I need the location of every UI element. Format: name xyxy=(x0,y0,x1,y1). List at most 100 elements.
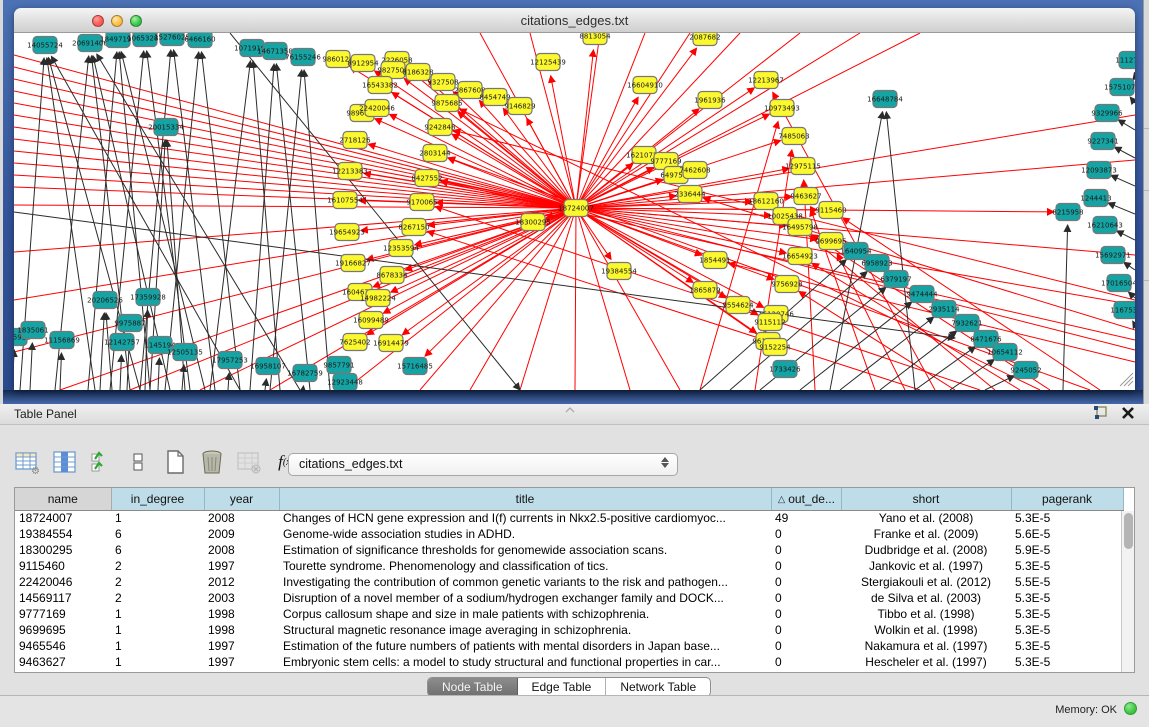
graph-node[interactable]: 9975887 xyxy=(114,315,145,332)
graph-node[interactable]: 9146829 xyxy=(504,98,535,115)
table-row[interactable]: 911546021997Tourette syndrome. Phenomeno… xyxy=(15,558,1123,574)
column-header-title[interactable]: title xyxy=(279,488,771,510)
network-window-titlebar[interactable]: citations_edges.txt xyxy=(14,8,1135,33)
graph-node[interactable]: 1167533 xyxy=(1110,302,1135,319)
delete-table-icon[interactable] xyxy=(199,449,225,475)
graph-node[interactable]: 17016504 xyxy=(1101,275,1135,292)
tab-network-table[interactable]: Network Table xyxy=(606,678,710,696)
table-row[interactable]: 946554611997Estimation of the future num… xyxy=(15,638,1123,654)
graph-node[interactable]: 16648784 xyxy=(867,91,903,108)
table-row[interactable]: 1938455462009Genome-wide association stu… xyxy=(15,526,1123,542)
graph-node[interactable]: 9170065 xyxy=(406,194,437,211)
graph-node[interactable]: 10973493 xyxy=(764,100,800,117)
graph-node[interactable]: 1865879 xyxy=(689,282,720,299)
graph-node[interactable]: 16099489 xyxy=(353,312,389,329)
graph-node[interactable]: 12125439 xyxy=(530,54,566,71)
graph-node[interactable]: 6958923 xyxy=(861,255,892,272)
panel-resize-grip-icon[interactable] xyxy=(564,400,576,406)
table-settings-icon[interactable]: ⚙ xyxy=(14,449,40,475)
graph-node[interactable]: 7932621 xyxy=(951,315,982,332)
table-vertical-scrollbar[interactable] xyxy=(1121,511,1134,672)
table-row[interactable]: 1872400712008Changes of HCN gene express… xyxy=(15,510,1123,526)
graph-node[interactable]: 2718126 xyxy=(339,132,371,149)
graph-node[interactable]: 8678334 xyxy=(376,267,408,284)
column-header-year[interactable]: year xyxy=(204,488,279,510)
graph-node[interactable]: 12923448 xyxy=(327,374,363,391)
float-window-icon[interactable] xyxy=(1093,405,1109,425)
table-row[interactable]: 946362711997Embryonic stem cells: a mode… xyxy=(15,654,1123,670)
graph-node[interactable]: 7462608 xyxy=(679,162,710,179)
column-header-out_de[interactable]: △out_de... xyxy=(771,488,841,510)
graph-node[interactable]: 8215958 xyxy=(1052,204,1083,221)
table-row[interactable]: 969969511998Structural magnetic resonanc… xyxy=(15,622,1123,638)
graph-node[interactable]: 9245052 xyxy=(1010,362,1041,379)
table-row[interactable]: 1456911722003Disruption of a novel membe… xyxy=(15,590,1123,606)
column-header-in_degree[interactable]: in_degree xyxy=(111,488,204,510)
graph-node[interactable]: 15751074 xyxy=(1104,79,1135,96)
show-columns-icon[interactable] xyxy=(51,449,77,475)
graph-node[interactable]: 11156869 xyxy=(44,332,80,349)
graph-node[interactable]: 7485063 xyxy=(778,128,809,145)
graph-node[interactable]: 9115112 xyxy=(754,314,785,331)
memory-ok-indicator-icon[interactable] xyxy=(1124,702,1137,715)
graph-node[interactable]: 1733426 xyxy=(769,361,801,378)
tab-node-table[interactable]: Node Table xyxy=(428,678,518,696)
graph-node[interactable]: 7625402 xyxy=(339,334,370,351)
table-row[interactable]: 977716911998Corpus callosum shape and si… xyxy=(15,606,1123,622)
graph-node[interactable]: 20015334 xyxy=(148,119,184,136)
graph-node[interactable]: 15716485 xyxy=(397,358,433,375)
graph-node[interactable]: 9242848 xyxy=(424,119,455,136)
network-canvas[interactable]: 1405572420691406184971911065328715276025… xyxy=(14,33,1135,390)
graph-node[interactable]: 19166827 xyxy=(335,255,371,272)
import-table-icon[interactable] xyxy=(236,449,262,475)
tab-edge-table[interactable]: Edge Table xyxy=(518,678,607,696)
graph-node[interactable]: 2087682 xyxy=(689,33,720,46)
graph-node[interactable]: 2803144 xyxy=(419,145,451,162)
graph-node[interactable]: 8813054 xyxy=(579,33,611,45)
graph-node[interactable]: 2336444 xyxy=(674,186,706,203)
graph-node[interactable]: 9115460 xyxy=(815,202,846,219)
rows-icon[interactable] xyxy=(125,449,151,475)
select-all-columns-icon[interactable] xyxy=(88,449,114,475)
graph-node[interactable]: 8267150 xyxy=(398,219,429,236)
table-selector-dropdown[interactable]: citations_edges.txt xyxy=(288,453,678,476)
graph-node[interactable]: 15692971 xyxy=(1095,247,1131,264)
graph-node[interactable]: 16958107 xyxy=(250,358,286,375)
table-row[interactable]: 2242004622012Investigating the contribut… xyxy=(15,574,1123,590)
graph-node[interactable]: 1854491 xyxy=(699,252,730,269)
column-header-name[interactable]: name xyxy=(15,488,111,510)
graph-node[interactable]: 9474444 xyxy=(906,286,938,303)
graph-node[interactable]: 16914479 xyxy=(373,335,409,352)
graph-node[interactable]: 1112753 xyxy=(1115,52,1135,69)
graph-node[interactable]: 9875685 xyxy=(431,95,462,112)
graph-node[interactable]: 16604910 xyxy=(627,77,663,94)
graph-node[interactable]: 6466160 xyxy=(184,33,215,48)
graph-node[interactable]: 14055724 xyxy=(27,37,63,54)
graph-node[interactable]: 1244413 xyxy=(1080,190,1111,207)
graph-node[interactable]: 17359928 xyxy=(130,289,166,306)
graph-node[interactable]: 19654923 xyxy=(329,224,365,241)
graph-node[interactable]: 2935114 xyxy=(928,301,960,318)
graph-node[interactable]: 9329966 xyxy=(1091,105,1123,122)
graph-node[interactable]: 9554624 xyxy=(722,297,754,314)
graph-node[interactable]: 8427552 xyxy=(411,170,442,187)
graph-node[interactable]: 9463627 xyxy=(790,188,821,205)
canvas-resize-grip-icon[interactable] xyxy=(1120,373,1133,386)
graph-node[interactable]: 12142757 xyxy=(104,334,140,351)
graph-node[interactable]: 6379197 xyxy=(880,271,911,288)
graph-node[interactable]: 9227341 xyxy=(1087,133,1118,150)
graph-node[interactable]: 12213967 xyxy=(748,72,784,89)
close-panel-icon[interactable] xyxy=(1121,406,1135,425)
graph-node[interactable]: 1961936 xyxy=(694,92,726,109)
graph-node[interactable]: 8912954 xyxy=(347,55,379,72)
scrollbar-thumb[interactable] xyxy=(1124,513,1133,549)
new-document-icon[interactable] xyxy=(162,449,188,475)
graph-node[interactable]: 9857791 xyxy=(323,357,354,374)
graph-node[interactable]: 19384554 xyxy=(601,263,637,280)
column-header-pagerank[interactable]: pagerank xyxy=(1011,488,1123,510)
graph-node[interactable]: 9756928 xyxy=(771,276,802,293)
graph-node[interactable]: 16782759 xyxy=(287,365,323,382)
table-row[interactable]: 1830029562008Estimation of significance … xyxy=(15,542,1123,558)
graph-node[interactable]: 9152254 xyxy=(759,339,791,356)
column-header-short[interactable]: short xyxy=(841,488,1011,510)
